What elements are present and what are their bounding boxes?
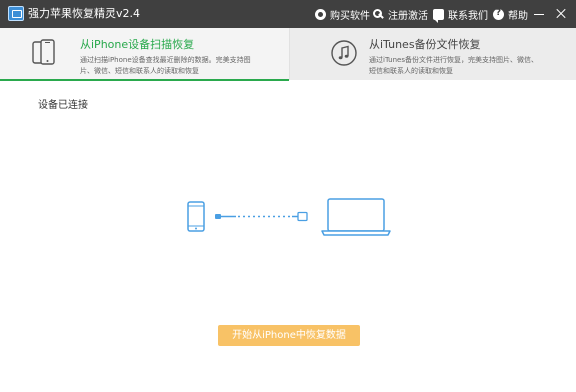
app-logo-icon	[8, 6, 24, 21]
register-activate-label: 注册激活	[388, 10, 428, 22]
iphone-icon	[187, 201, 205, 232]
tab-itunes-backup[interactable]: 从iTunes备份文件恢复 通过iTunes备份文件进行恢复，完美支持图片、微信…	[289, 28, 576, 80]
buy-icon	[315, 8, 326, 20]
contact-us-button[interactable]: 联系我们	[433, 0, 488, 28]
chat-icon	[433, 9, 444, 23]
help-button[interactable]: 帮助	[493, 0, 528, 28]
tab-itunes-backup-title: 从iTunes备份文件恢复	[369, 38, 481, 51]
register-activate-button[interactable]: 注册激活	[373, 0, 428, 28]
itunes-note-icon	[331, 40, 357, 66]
minimize-icon[interactable]	[532, 7, 546, 21]
usb-cable-icon	[215, 211, 308, 222]
tab-iphone-scan-desc: 通过扫描iPhone设备查找最近删除的数据。完美支持图片、微信、短信和联系人的读…	[80, 56, 251, 75]
buy-software-button[interactable]: 购买软件	[315, 0, 370, 28]
app-title: 强力苹果恢复精灵v2.4	[28, 7, 141, 20]
tab-iphone-scan-title: 从iPhone设备扫描恢复	[80, 38, 195, 51]
tab-itunes-backup-desc: 通过iTunes备份文件进行恢复，完美支持图片、微信、短信和联系人的读取和恢复	[369, 56, 538, 75]
tab-iphone-scan[interactable]: 从iPhone设备扫描恢复 通过扫描iPhone设备查找最近删除的数据。完美支持…	[0, 28, 289, 81]
close-icon[interactable]	[554, 7, 568, 21]
help-label: 帮助	[508, 10, 528, 22]
start-recovery-button[interactable]: 开始从iPhone中恢复数据	[218, 325, 360, 346]
help-icon	[493, 8, 504, 20]
title-bar: 强力苹果恢复精灵v2.4 购买软件 注册激活 联系我们 帮助	[0, 0, 576, 28]
key-icon	[373, 8, 384, 20]
mode-tabs: 从iPhone设备扫描恢复 通过扫描iPhone设备查找最近删除的数据。完美支持…	[0, 28, 576, 81]
iphone-devices-icon	[32, 39, 55, 65]
laptop-icon	[321, 198, 391, 236]
buy-software-label: 购买软件	[330, 10, 370, 22]
device-connection-illustration	[187, 198, 391, 236]
contact-us-label: 联系我们	[448, 10, 488, 22]
device-status-text: 设备已连接	[38, 100, 88, 111]
